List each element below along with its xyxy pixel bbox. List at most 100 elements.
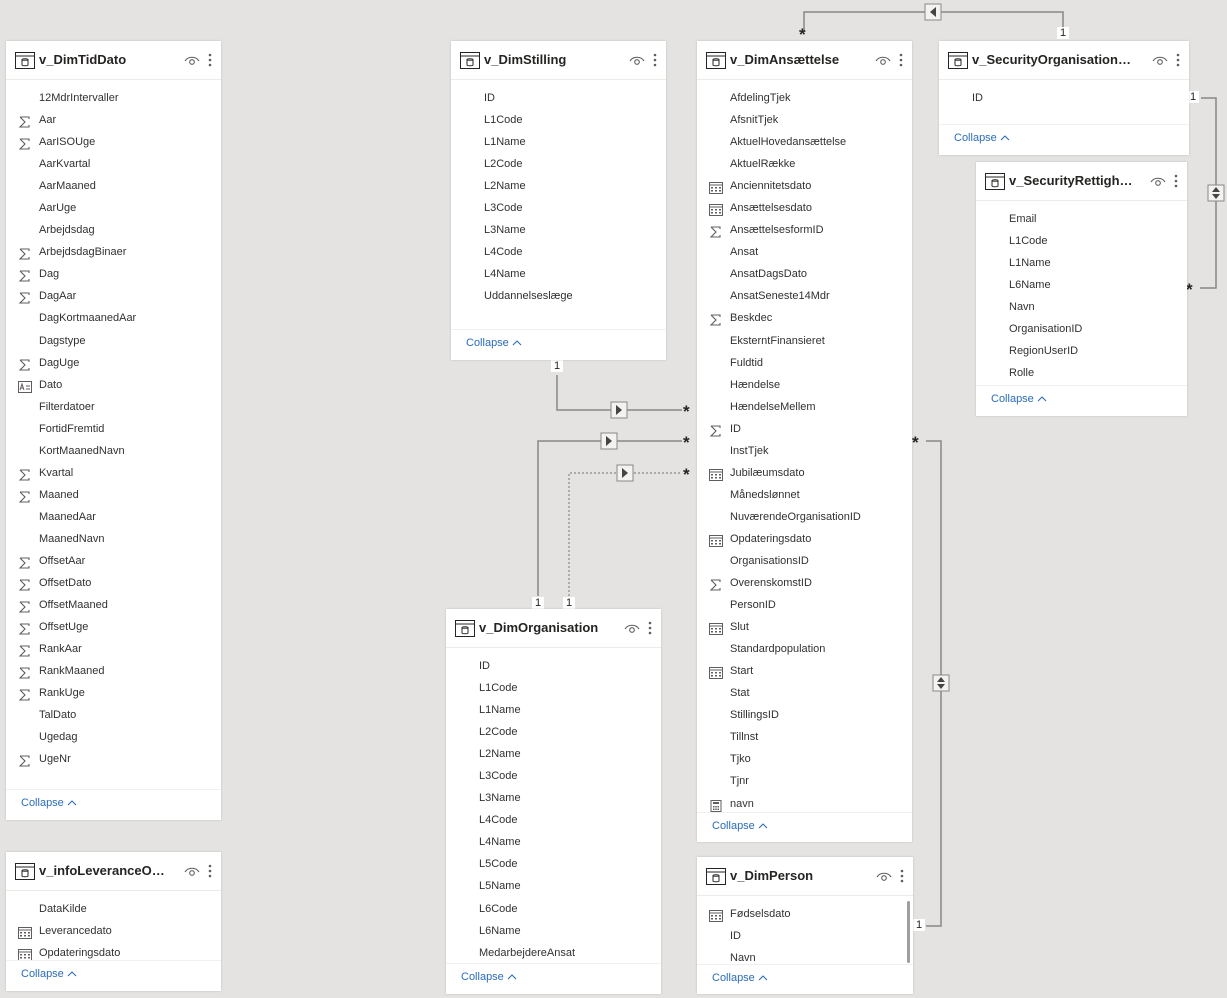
field-row[interactable]: Kvartal	[6, 462, 221, 484]
field-row[interactable]: InstTjek	[697, 440, 912, 462]
field-row[interactable]: L4Name	[446, 831, 661, 853]
more-options-icon[interactable]	[1173, 173, 1179, 189]
field-row[interactable]: Slut	[697, 616, 912, 638]
field-row[interactable]: 12MdrIntervaller	[6, 87, 221, 109]
collapse-link[interactable]: Collapse	[461, 971, 517, 983]
field-row[interactable]: RankMaaned	[6, 660, 221, 682]
field-row[interactable]: L6Code	[446, 898, 661, 920]
field-row[interactable]: Uddannelseslæge	[451, 285, 666, 307]
field-row[interactable]: DagKortmaanedAar	[6, 307, 221, 329]
collapse-link[interactable]: Collapse	[21, 797, 77, 809]
field-row[interactable]: OffsetUge	[6, 616, 221, 638]
field-row[interactable]: L5Code	[446, 853, 661, 875]
field-row[interactable]: Navn	[976, 296, 1187, 318]
card-header[interactable]: v_infoLeveranceOpda...	[6, 852, 221, 891]
field-row[interactable]: L3Code	[451, 197, 666, 219]
field-row[interactable]: AfdelingTjek	[697, 87, 912, 109]
field-row[interactable]: ID	[446, 655, 661, 677]
field-row[interactable]: EksterntFinansieret	[697, 330, 912, 352]
field-row[interactable]: Standardpopulation	[697, 638, 912, 660]
field-row[interactable]: UgeNr	[6, 748, 221, 770]
table-card-v-infoleveranceopdatering[interactable]: v_infoLeveranceOpda... DataKilde Leverance…	[6, 852, 221, 991]
field-row[interactable]: AktuelRække	[697, 153, 912, 175]
field-row[interactable]: Anciennitetsdato	[697, 175, 912, 197]
field-row[interactable]: Leverancedato	[6, 920, 221, 942]
eye-icon[interactable]	[184, 54, 200, 66]
field-row[interactable]: Opdateringsdato	[697, 528, 912, 550]
field-row[interactable]: Ansættelsesdato	[697, 197, 912, 219]
field-row[interactable]: ID	[939, 87, 1189, 109]
relationship-bridge-rettigheder[interactable]	[1200, 97, 1225, 289]
field-row[interactable]: NuværendeOrganisationID	[697, 506, 912, 528]
card-header[interactable]: v_SecurityOrganisationBridge	[939, 41, 1189, 80]
field-row[interactable]: AnsatDagsDato	[697, 263, 912, 285]
field-row[interactable]: L5Name	[446, 875, 661, 897]
field-row[interactable]: ID	[451, 87, 666, 109]
field-row[interactable]: L2Code	[451, 153, 666, 175]
field-row[interactable]: AnsættelsesformID	[697, 219, 912, 241]
field-row[interactable]: TalDato	[6, 704, 221, 726]
field-row[interactable]: OffsetDato	[6, 572, 221, 594]
field-row[interactable]: OffsetAar	[6, 550, 221, 572]
field-row[interactable]: RegionUserID	[976, 340, 1187, 362]
field-row[interactable]: PersonID	[697, 594, 912, 616]
more-options-icon[interactable]	[652, 52, 658, 68]
eye-icon[interactable]	[624, 622, 640, 634]
field-row[interactable]: L1Code	[976, 230, 1187, 252]
field-row[interactable]: L3Name	[451, 219, 666, 241]
eye-icon[interactable]	[875, 54, 891, 66]
more-options-icon[interactable]	[1175, 52, 1181, 68]
field-row[interactable]: Tjko	[697, 748, 912, 770]
field-row[interactable]: OrganisationsID	[697, 550, 912, 572]
relationship-person-ansaettelse[interactable]	[926, 440, 950, 927]
table-card-v-dimtiddato[interactable]: v_DimTidDato 12MdrIntervaller Aar AarISOUge…	[6, 41, 221, 820]
field-row[interactable]: Stat	[697, 682, 912, 704]
field-row[interactable]: Start	[697, 660, 912, 682]
field-row[interactable]: Beskdec	[697, 307, 912, 329]
table-card-v-dimansaettelse[interactable]: v_DimAnsættelse AfdelingTjek AfsnitTjek Akt…	[697, 41, 912, 842]
relationship-stilling-ansaettelse[interactable]	[556, 375, 682, 419]
table-card-v-dimperson[interactable]: v_DimPerson Fødselsdato ID Navn Collapse	[697, 857, 913, 994]
card-header[interactable]: v_DimAnsættelse	[697, 41, 912, 80]
field-row[interactable]: Rolle	[976, 362, 1187, 384]
field-row[interactable]: ArbejdsdagBinaer	[6, 241, 221, 263]
table-card-v-securityrettigheder[interactable]: v_SecurityRettigheder Email L1Code L1Name L6…	[976, 162, 1187, 416]
more-options-icon[interactable]	[898, 52, 904, 68]
field-row[interactable]: OffsetMaaned	[6, 594, 221, 616]
field-row[interactable]: MaanedNavn	[6, 528, 221, 550]
field-row[interactable]: Ugedag	[6, 726, 221, 748]
field-row[interactable]: L2Name	[446, 743, 661, 765]
card-header[interactable]: v_DimPerson	[697, 857, 913, 896]
field-row[interactable]: RankUge	[6, 682, 221, 704]
field-row[interactable]: Email	[976, 208, 1187, 230]
field-row[interactable]: Tjnr	[697, 770, 912, 792]
field-row[interactable]: Filterdatoer	[6, 396, 221, 418]
field-row[interactable]: DataKilde	[6, 898, 221, 920]
more-options-icon[interactable]	[899, 868, 905, 884]
card-header[interactable]: v_DimOrganisation	[446, 609, 661, 648]
relationship-bridge-ansaettelse[interactable]	[803, 3, 1064, 32]
field-row[interactable]: AktuelHovedansættelse	[697, 131, 912, 153]
table-card-v-securityorganisationbridge[interactable]: v_SecurityOrganisationBridge ID Collapse	[939, 41, 1189, 155]
field-row[interactable]: Hændelse	[697, 374, 912, 396]
collapse-link[interactable]: Collapse	[712, 820, 768, 832]
card-header[interactable]: v_SecurityRettigheder	[976, 162, 1187, 201]
relationship-organisation-ansaettelse[interactable]	[537, 432, 682, 596]
field-row[interactable]: ID	[697, 925, 913, 947]
field-row[interactable]: Navn	[697, 947, 913, 969]
field-row[interactable]: Tillnst	[697, 726, 912, 748]
eye-icon[interactable]	[184, 865, 200, 877]
eye-icon[interactable]	[1150, 175, 1166, 187]
collapse-link[interactable]: Collapse	[991, 393, 1047, 405]
field-row[interactable]: RankAar	[6, 638, 221, 660]
field-row[interactable]: DagAar	[6, 285, 221, 307]
field-row[interactable]: L1Name	[451, 131, 666, 153]
more-options-icon[interactable]	[647, 620, 653, 636]
field-row[interactable]: Fødselsdato	[697, 903, 913, 925]
field-row[interactable]: L2Code	[446, 721, 661, 743]
field-row[interactable]: AnsatSeneste14Mdr	[697, 285, 912, 307]
field-row[interactable]: AarMaaned	[6, 175, 221, 197]
field-row[interactable]: Dato	[6, 374, 221, 396]
field-row[interactable]: L6Name	[976, 274, 1187, 296]
field-row[interactable]: FortidFremtid	[6, 418, 221, 440]
